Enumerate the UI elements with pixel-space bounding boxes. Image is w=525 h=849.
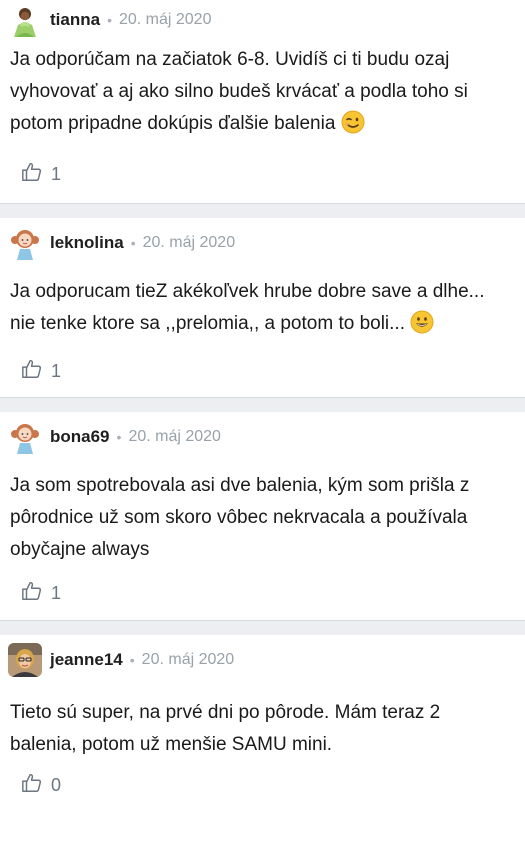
like-count: 0 (51, 774, 62, 795)
girl-cartoon-avatar-icon (8, 420, 42, 454)
comment-header: leknolina • 20. máj 2020 (0, 218, 525, 268)
username[interactable]: tianna (50, 10, 100, 30)
comment-date: 20. máj 2020 (128, 428, 221, 445)
thumbs-up-icon[interactable] (21, 772, 43, 799)
comment-actions: 1 (0, 145, 525, 203)
comment-actions: 0 (0, 761, 525, 809)
comment-actions: 1 (0, 566, 525, 620)
comment-item: tianna • 20. máj 2020 Ja odporúčam na za… (0, 0, 525, 203)
comment-text: Ja som spotrebovala asi dve balenia, kým… (0, 462, 525, 566)
avatar[interactable] (8, 643, 42, 677)
comment-date: 20. máj 2020 (141, 651, 235, 668)
grinning-face-emoji-icon (410, 310, 434, 345)
separator-dot: • (130, 235, 136, 251)
like-count: 1 (51, 582, 62, 603)
girl-cartoon-avatar-icon (8, 226, 42, 260)
comment-item: bona69 • 20. máj 2020 Ja som spotreboval… (0, 412, 525, 620)
comment-item: leknolina • 20. máj 2020 Ja odporucam ti… (0, 218, 525, 397)
comment-item: jeanne14 • 20. máj 2020 Tieto sú super, … (0, 635, 525, 809)
separator-dot: • (107, 12, 112, 28)
comment-text: Tieto sú super, na prvé dni po pôrode. M… (0, 685, 525, 761)
separator-dot: • (116, 429, 122, 445)
separator-dot: • (129, 652, 135, 668)
princess-tiana-avatar-icon (8, 3, 42, 37)
avatar[interactable] (8, 3, 42, 37)
comment-date: 20. máj 2020 (118, 11, 212, 28)
username[interactable]: bona69 (50, 427, 110, 447)
comment-separator (0, 203, 525, 218)
comment-separator (0, 397, 525, 412)
avatar[interactable] (8, 226, 42, 260)
thumbs-up-icon[interactable] (21, 161, 43, 188)
comment-header: jeanne14 • 20. máj 2020 (0, 635, 525, 685)
comment-date: 20. máj 2020 (142, 234, 236, 251)
comment-text: Ja odporucam tieZ akékoľvek hrube dobre … (0, 268, 525, 345)
comment-header: bona69 • 20. máj 2020 (0, 412, 525, 462)
comment-separator (0, 620, 525, 635)
thumbs-up-icon[interactable] (21, 358, 43, 385)
comment-actions: 1 (0, 345, 525, 397)
username[interactable]: jeanne14 (50, 650, 123, 670)
comment-text-body: Ja odporúčam na začiatok 6-8. Uvidíš ci … (10, 49, 468, 134)
comment-text-body: Tieto sú super, na prvé dni po pôrode. M… (10, 702, 441, 755)
username[interactable]: leknolina (50, 233, 124, 253)
comment-text-body: Ja som spotrebovala asi dve balenia, kým… (10, 475, 470, 560)
like-count: 1 (51, 163, 62, 184)
comment-text: Ja odporúčam na začiatok 6-8. Uvidíš ci … (0, 40, 525, 145)
avatar[interactable] (8, 420, 42, 454)
thumbs-up-icon[interactable] (21, 580, 43, 607)
winking-face-emoji-icon (341, 110, 365, 145)
photo-woman-avatar-icon (8, 643, 42, 677)
like-count: 1 (51, 360, 62, 381)
comment-feed: tianna • 20. máj 2020 Ja odporúčam na za… (0, 0, 525, 809)
comment-header: tianna • 20. máj 2020 (0, 0, 525, 40)
